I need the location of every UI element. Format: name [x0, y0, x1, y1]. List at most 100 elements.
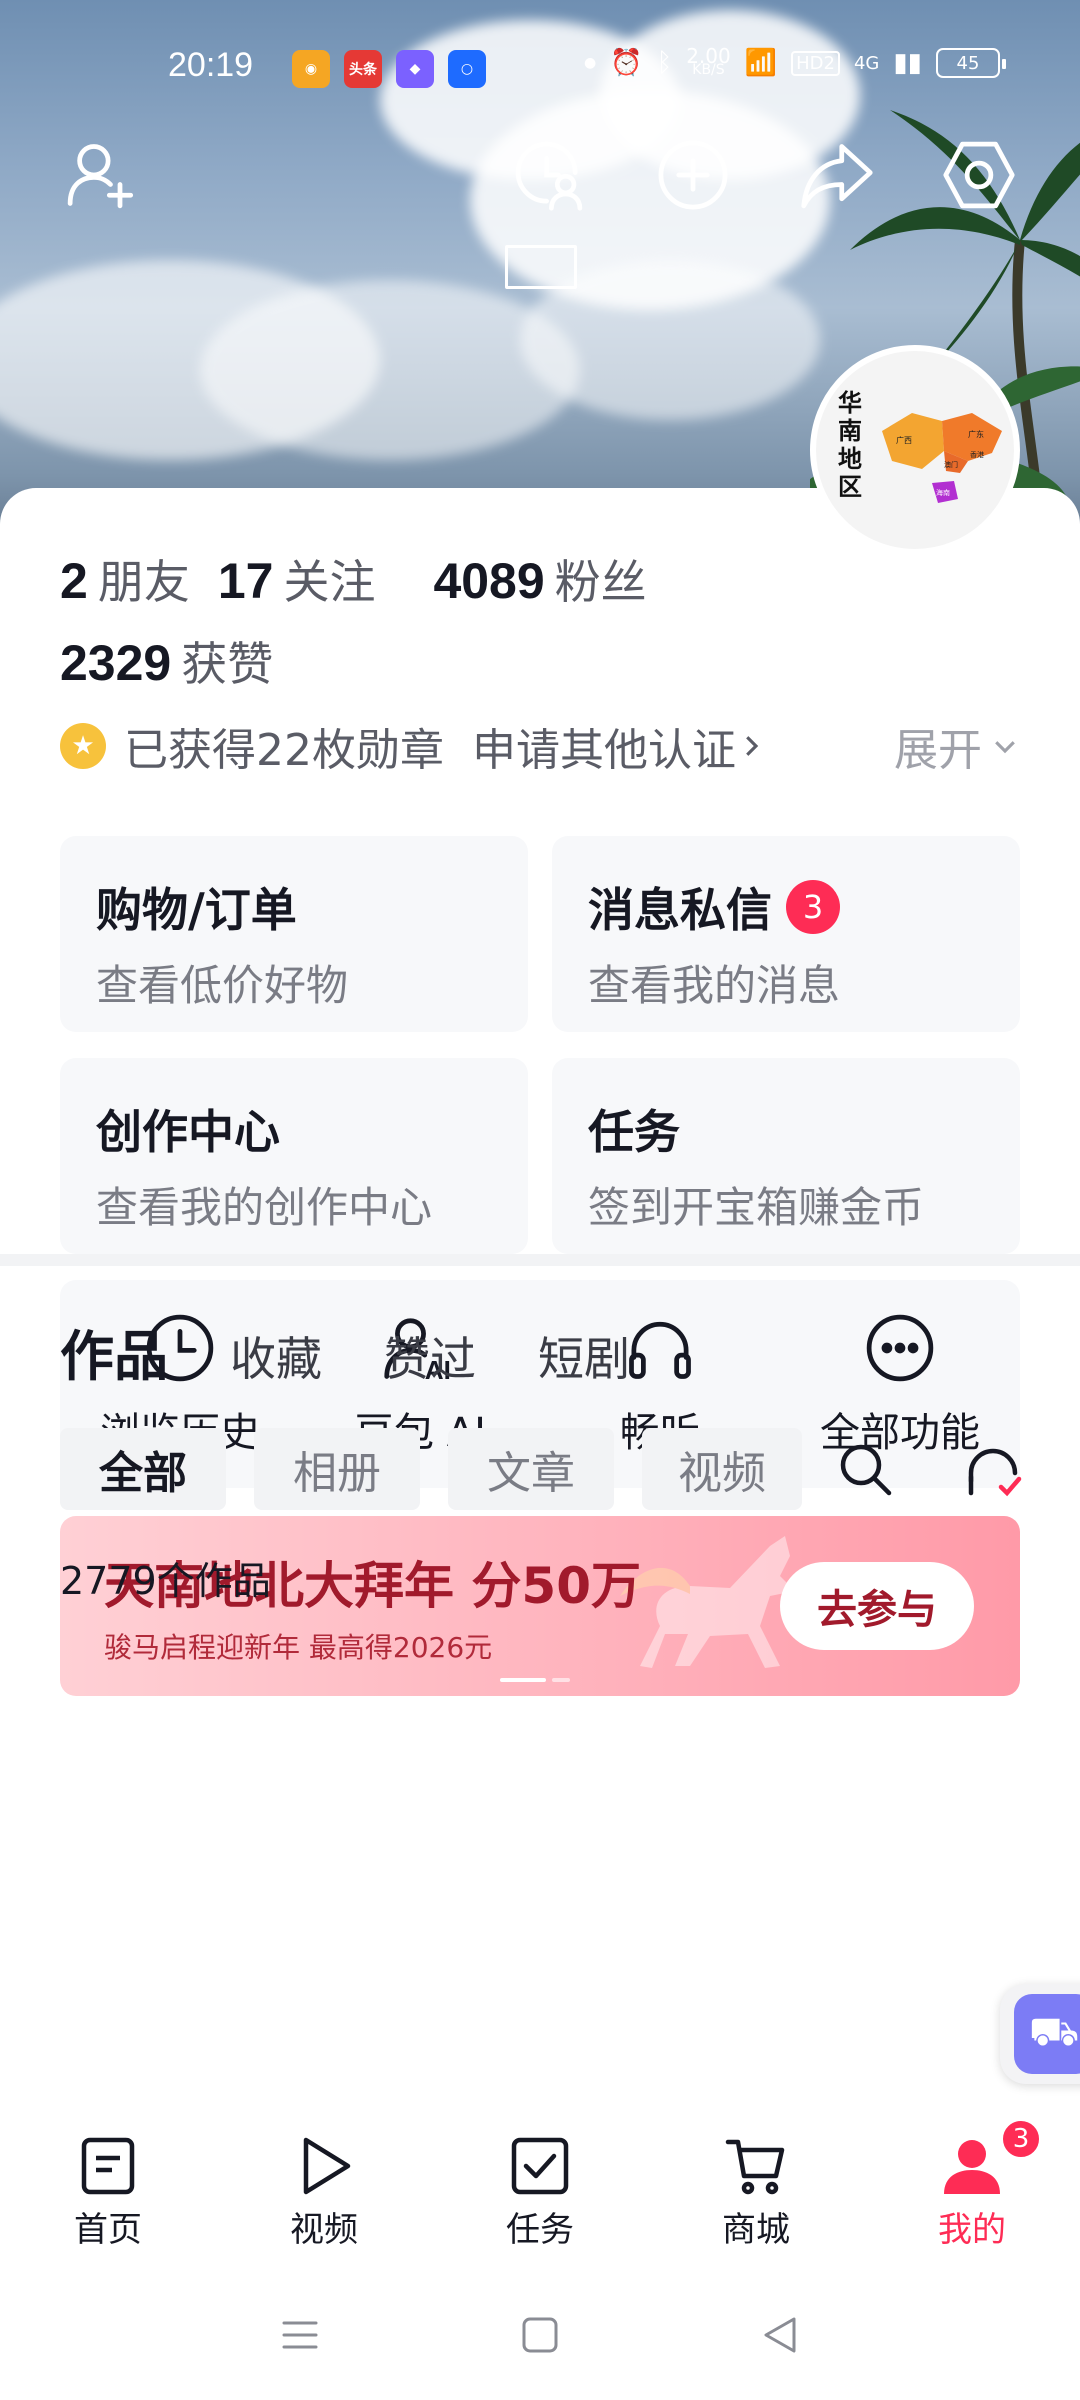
tab-works[interactable]: 作品	[60, 1312, 168, 1391]
avatar[interactable]: 华南地区 广西 广东 澳门 香港 海南	[810, 345, 1020, 555]
following-label[interactable]: 关注	[283, 546, 375, 612]
likes-label[interactable]: 获赞	[181, 628, 273, 694]
tile-title: 消息私信 3	[588, 874, 1020, 940]
stats-row: 2 朋友 17 关注 4089 粉丝	[60, 546, 675, 612]
weibo-app-icon: ◉	[292, 50, 330, 88]
filter-articles[interactable]: 文章	[448, 1428, 614, 1510]
headphones-check-icon	[968, 1448, 1022, 1497]
bluetooth-icon: ᛒ	[656, 48, 673, 78]
expand-button[interactable]: 展开	[894, 714, 1020, 778]
bottom-nav: 首页 视频 任务 商城 3 我的	[0, 2110, 1080, 2260]
system-nav-bar	[0, 2270, 1080, 2400]
add-friend-icon	[67, 144, 134, 209]
banner-subtitle: 骏马启程迎新年 最高得2026元	[104, 1631, 493, 1664]
car-icon: ⛟	[1014, 1994, 1080, 2074]
filter-chips: 全部 相册 文章 视频	[60, 1428, 802, 1510]
content-tabs: 作品 收藏 赞过 短剧	[60, 1312, 630, 1391]
chevron-right-icon	[746, 736, 759, 756]
tile-messages[interactable]: 消息私信 3 查看我的消息	[552, 836, 1020, 1032]
followers-count[interactable]: 4089	[433, 552, 544, 610]
nav-profile[interactable]: 3 我的	[864, 2110, 1080, 2260]
banner-join-button[interactable]: 去参与	[780, 1562, 974, 1650]
toutiao-app-icon: 头条	[344, 50, 382, 88]
tile-subtitle: 签到开宝箱赚金币	[588, 1183, 925, 1232]
back-triangle-icon[interactable]	[758, 2313, 802, 2357]
tab-liked[interactable]: 赞过	[384, 1323, 476, 1389]
more-dots-icon	[866, 1314, 934, 1382]
apply-certification-label: 申请其他认证	[472, 725, 736, 776]
friends-label[interactable]: 朋友	[98, 546, 190, 612]
chevron-down-icon	[995, 741, 1015, 754]
share-icon	[801, 144, 873, 209]
settings-hexagon-icon	[943, 141, 1015, 209]
share-button[interactable]	[792, 130, 882, 220]
tile-shopping-orders[interactable]: 购物/订单 查看低价好物	[60, 836, 528, 1032]
search-icon	[840, 1444, 892, 1496]
nav-label: 首页	[74, 2210, 142, 2250]
filter-all[interactable]: 全部	[60, 1428, 226, 1510]
signal-indicator: 4G	[853, 52, 880, 74]
tile-subtitle: 查看低价好物	[96, 961, 349, 1010]
settings-button[interactable]	[934, 130, 1024, 220]
tile-subtitle: 查看我的创作中心	[96, 1183, 433, 1232]
nav-home[interactable]: 首页	[0, 2110, 216, 2260]
search-works-button[interactable]	[824, 1428, 906, 1510]
visitors-button[interactable]	[504, 130, 594, 220]
badges-row: ★ 已获得22枚勋章 申请其他认证 展开	[60, 716, 1020, 776]
profile-notification-badge: 3	[1000, 2118, 1042, 2160]
nav-video[interactable]: 视频	[216, 2110, 432, 2260]
signal-bars-icon: ▮▮	[893, 48, 922, 78]
home-square-icon[interactable]	[518, 2313, 562, 2357]
listen-works-button[interactable]	[952, 1428, 1034, 1510]
visitor-history-icon	[515, 141, 583, 211]
svg-text:海南: 海南	[936, 488, 950, 497]
play-icon	[303, 2137, 351, 2195]
task-check-icon	[511, 2137, 569, 2195]
tile-tasks[interactable]: 任务 签到开宝箱赚金币	[552, 1058, 1020, 1254]
section-divider	[0, 1254, 1080, 1266]
home-doc-icon	[81, 2137, 135, 2195]
likes-count[interactable]: 2329	[60, 634, 171, 692]
svg-text:广西: 广西	[896, 435, 912, 445]
qq-browser-app-icon: ○	[448, 50, 486, 88]
tab-favorites[interactable]: 收藏	[230, 1323, 322, 1389]
followers-label[interactable]: 粉丝	[555, 546, 647, 612]
nav-tasks[interactable]: 任务	[432, 2110, 648, 2260]
tab-short-drama[interactable]: 短剧	[538, 1323, 630, 1389]
filter-albums[interactable]: 相册	[254, 1428, 420, 1510]
apply-certification-link[interactable]: 申请其他认证	[472, 714, 766, 778]
cover-edit-frame[interactable]	[505, 245, 577, 289]
tile-title: 购物/订单	[96, 883, 297, 937]
friends-count[interactable]: 2	[60, 552, 88, 610]
tile-title: 创作中心	[96, 1105, 280, 1159]
svg-text:澳门: 澳门	[944, 460, 958, 469]
tile-creator-center[interactable]: 创作中心 查看我的创作中心	[60, 1058, 528, 1254]
avatar-title: 华南地区	[838, 389, 862, 501]
add-friend-button[interactable]	[56, 130, 146, 220]
create-button[interactable]	[648, 130, 738, 220]
following-count[interactable]: 17	[218, 552, 274, 610]
tile-title: 任务	[588, 1105, 680, 1159]
dot-icon: ●	[584, 55, 597, 71]
svg-text:广东: 广东	[968, 429, 984, 439]
tile-subtitle: 查看我的消息	[588, 961, 841, 1010]
promo-banner[interactable]: 天南地北大拜年 分50万 骏马启程迎新年 最高得2026元 去参与	[60, 1516, 1020, 1696]
medal-icon: ★	[60, 723, 106, 769]
message-count-badge: 3	[786, 880, 840, 934]
south-china-map-image: 广西 广东 澳门 香港 海南	[882, 413, 1002, 503]
shortcut-app-icon: ◆	[396, 50, 434, 88]
menu-icon[interactable]	[278, 2313, 322, 2357]
filter-videos[interactable]: 视频	[642, 1428, 802, 1510]
svg-text:香港: 香港	[970, 450, 984, 459]
battery-icon: 45	[936, 48, 1006, 78]
nav-label: 商城	[722, 2210, 790, 2250]
likes-row: 2329 获赞	[60, 628, 301, 694]
alarm-icon: ⏰	[610, 48, 643, 78]
medals-link[interactable]: 已获得22枚勋章	[124, 714, 444, 778]
status-bar: 20:19 ◉ 头条 ◆ ○ ● ⏰ ᛒ 2.00 KB/S 📶 HD2 4G …	[0, 44, 1080, 94]
banner-pagination	[500, 1678, 570, 1682]
nav-mall[interactable]: 商城	[648, 2110, 864, 2260]
nav-label: 任务	[506, 2210, 574, 2250]
hd-indicator: HD2	[791, 50, 840, 76]
floating-widget-top[interactable]: ⛟	[1000, 1984, 1080, 2084]
